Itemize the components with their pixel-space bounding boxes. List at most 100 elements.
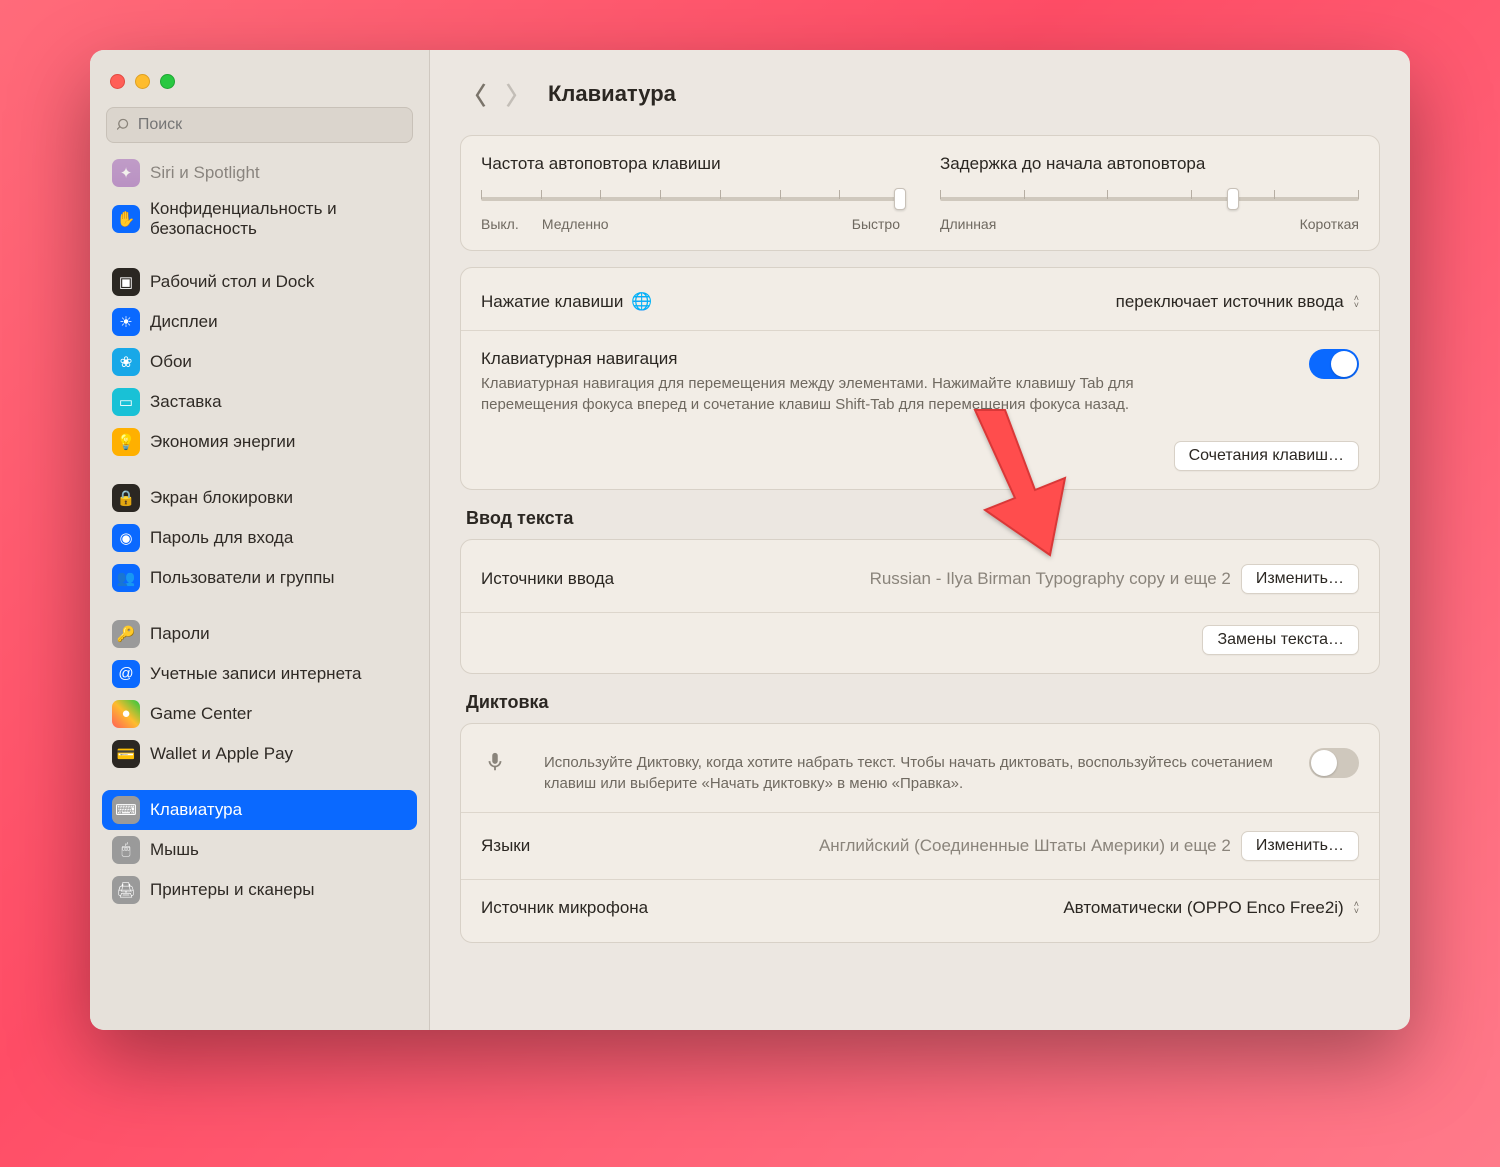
sidebar-item-label: Дисплеи: [150, 312, 218, 332]
display-icon: ☀: [112, 308, 140, 336]
gamecenter-icon: ●: [112, 700, 140, 728]
dictation-lang-label: Языки: [481, 836, 530, 856]
sidebar-item-label: Экран блокировки: [150, 488, 293, 508]
sidebar-item[interactable]: 👥 Пользователи и группы: [102, 558, 417, 598]
delay-slider[interactable]: [940, 188, 1359, 210]
sidebar-item[interactable]: 🖨 Принтеры и сканеры: [102, 870, 417, 910]
sidebar-item-label: Пароли: [150, 624, 210, 644]
sidebar-item-label: Пароль для входа: [150, 528, 293, 548]
sidebar-item-label: Мышь: [150, 840, 199, 860]
input-sources-value: Russian - Ilya Birman Typography copy и …: [870, 569, 1231, 589]
fingerprint-icon: ◉: [112, 524, 140, 552]
sidebar-item[interactable]: @ Учетные записи интернета: [102, 654, 417, 694]
slider-min-label: Длинная: [940, 216, 996, 232]
forward-button[interactable]: 〉: [506, 76, 530, 111]
keyboard-nav-toggle[interactable]: [1309, 349, 1359, 379]
dictation-toggle[interactable]: [1309, 748, 1359, 778]
sidebar-item-label: Конфиденциальность и безопасность: [150, 199, 407, 240]
sidebar-item-label: Заставка: [150, 392, 222, 412]
text-input-card: Источники ввода Russian - Ilya Birman Ty…: [460, 539, 1380, 674]
sidebar-item-label: Siri и Spotlight: [150, 163, 260, 183]
sidebar: ✦ Siri и Spotlight ✋ Конфиденциальность и …: [90, 50, 430, 1030]
page-title: Клавиатура: [548, 81, 676, 107]
sidebar-item-label: Клавиатура: [150, 800, 242, 820]
input-sources-label: Источники ввода: [481, 569, 614, 589]
sidebar-item-label: Wallet и Apple Pay: [150, 744, 293, 764]
sidebar-item-label: Рабочий стол и Dock: [150, 272, 314, 292]
sidebar-item[interactable]: 💡 Экономия энергии: [102, 422, 417, 462]
settings-window: ✦ Siri и Spotlight ✋ Конфиденциальность и …: [90, 50, 1410, 1030]
sidebar-item[interactable]: ▭ Заставка: [102, 382, 417, 422]
wallet-icon: 💳: [112, 740, 140, 768]
key-repeat-rate-label: Частота автоповтора клавиши: [481, 154, 900, 174]
globe-key-select[interactable]: переключает источник ввода ˄˅: [1116, 292, 1359, 312]
sidebar-item-keyboard[interactable]: ⌨ Клавиатура: [102, 790, 417, 830]
sidebar-item-label: Game Center: [150, 704, 252, 724]
sidebar-item[interactable]: ◉ Пароль для входа: [102, 518, 417, 558]
sidebar-item[interactable]: ✋ Конфиденциальность и безопасность: [102, 193, 417, 246]
key-icon: 🔑: [112, 620, 140, 648]
sidebar-item[interactable]: 💳 Wallet и Apple Pay: [102, 734, 417, 774]
mic-source-value: Автоматически (OPPO Enco Free2i): [1063, 898, 1343, 918]
globe-icon: 🌐: [631, 292, 652, 312]
sidebar-item[interactable]: 🔒 Экран блокировки: [102, 478, 417, 518]
globe-keynav-card: Нажатие клавиши 🌐 переключает источник в…: [460, 267, 1380, 490]
lock-screen-icon: 🔒: [112, 484, 140, 512]
dictation-lang-edit-button[interactable]: Изменить…: [1241, 831, 1359, 861]
content-header: 〈 〉 Клавиатура: [430, 50, 1410, 127]
globe-key-label: Нажатие клавиши: [481, 292, 623, 312]
slider-min-label: Выкл.: [481, 216, 519, 232]
sidebar-item[interactable]: 🔑 Пароли: [102, 614, 417, 654]
chevron-updown-icon: ˄˅: [1354, 901, 1359, 915]
sidebar-item-label: Учетные записи интернета: [150, 664, 362, 684]
back-button[interactable]: 〈: [462, 76, 486, 111]
users-icon: 👥: [112, 564, 140, 592]
sidebar-item[interactable]: ▣ Рабочий стол и Dock: [102, 262, 417, 302]
slider-mid-label: Медленно: [542, 216, 609, 232]
key-repeat-rate-slider[interactable]: [481, 188, 900, 210]
content-pane: 〈 〉 Клавиатура Частота автоповтора клави…: [430, 50, 1410, 1030]
sidebar-item[interactable]: ✦ Siri и Spotlight: [102, 153, 417, 193]
sidebar-item-label: Пользователи и группы: [150, 568, 335, 588]
mic-source-label: Источник микрофона: [481, 898, 648, 918]
repeat-card: Частота автоповтора клавиши Выкл. Медлен…: [460, 135, 1380, 251]
microphone-icon: [481, 748, 509, 776]
printer-icon: 🖨: [112, 876, 140, 904]
search-input[interactable]: [138, 116, 402, 134]
delay-label: Задержка до начала автоповтора: [940, 154, 1359, 174]
text-input-section-title: Ввод текста: [466, 508, 1374, 529]
dictation-desc: Используйте Диктовку, когда хотите набра…: [544, 752, 1284, 794]
slider-max-label: Короткая: [1300, 216, 1359, 232]
keyboard-icon: ⌨: [112, 796, 140, 824]
minimize-window-button[interactable]: [135, 74, 150, 89]
text-replacements-button[interactable]: Замены текста…: [1202, 625, 1359, 655]
hand-icon: ✋: [112, 205, 140, 233]
sidebar-item-label: Экономия энергии: [150, 432, 295, 452]
mouse-icon: 🖱: [112, 836, 140, 864]
dictation-card: Используйте Диктовку, когда хотите набра…: [460, 723, 1380, 943]
siri-icon: ✦: [112, 159, 140, 187]
at-icon: @: [112, 660, 140, 688]
input-sources-edit-button[interactable]: Изменить…: [1241, 564, 1359, 594]
search-icon: [117, 117, 132, 133]
dictation-lang-value: Английский (Соединенные Штаты Америки) и…: [819, 836, 1231, 856]
dictation-section-title: Диктовка: [466, 692, 1374, 713]
sidebar-item[interactable]: 🖱 Мышь: [102, 830, 417, 870]
mic-source-select[interactable]: Автоматически (OPPO Enco Free2i) ˄˅: [1063, 898, 1359, 918]
shortcuts-button[interactable]: Сочетания клавиш…: [1174, 441, 1359, 471]
window-controls: [90, 64, 429, 107]
screensaver-icon: ▭: [112, 388, 140, 416]
dock-icon: ▣: [112, 268, 140, 296]
chevron-updown-icon: ˄˅: [1354, 295, 1359, 309]
sidebar-item-label: Принтеры и сканеры: [150, 880, 315, 900]
sidebar-item[interactable]: ● Game Center: [102, 694, 417, 734]
sidebar-list[interactable]: ✦ Siri и Spotlight ✋ Конфиденциальность и …: [90, 153, 429, 1016]
sidebar-item-label: Обои: [150, 352, 192, 372]
sidebar-item[interactable]: ☀ Дисплеи: [102, 302, 417, 342]
search-field[interactable]: [106, 107, 413, 143]
keyboard-nav-label: Клавиатурная навигация: [481, 349, 1309, 369]
close-window-button[interactable]: [110, 74, 125, 89]
bulb-icon: 💡: [112, 428, 140, 456]
zoom-window-button[interactable]: [160, 74, 175, 89]
sidebar-item[interactable]: ❀Обои: [102, 342, 417, 382]
